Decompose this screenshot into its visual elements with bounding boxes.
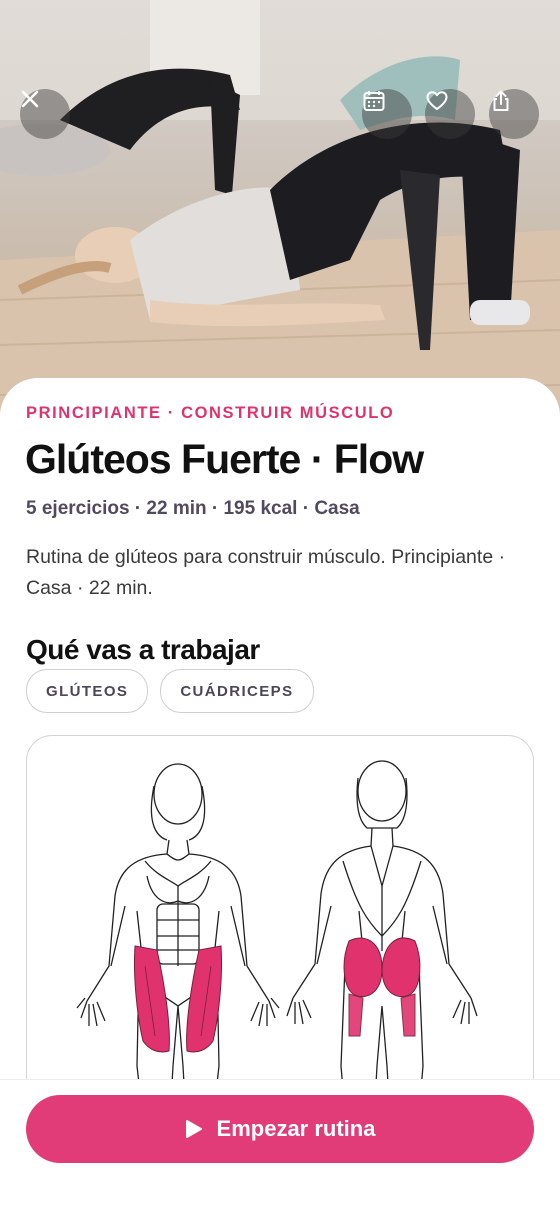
hero-image <box>0 0 560 430</box>
workout-photo <box>0 0 560 430</box>
calendar-icon <box>363 91 385 111</box>
play-icon <box>185 1120 202 1138</box>
workout-meta: 5 ejercicios · 22 min · 195 kcal · Casa <box>26 498 360 519</box>
glutes-right <box>381 937 421 998</box>
hamstrings-left <box>348 993 364 1037</box>
close-button[interactable] <box>20 89 70 139</box>
share-button[interactable] <box>489 89 539 139</box>
workout-title: Glúteos Fuerte · Flow <box>25 436 424 482</box>
start-routine-button[interactable]: Empezar rutina <box>26 1095 534 1163</box>
muscle-map <box>76 760 478 1136</box>
start-routine-label: Empezar rutina <box>216 1116 376 1141</box>
hamstrings-right <box>400 993 416 1037</box>
close-icon <box>21 90 39 108</box>
schedule-button[interactable] <box>362 89 412 139</box>
glutes-left <box>343 937 383 998</box>
workout-description: Rutina de glúteos para construir músculo… <box>26 546 506 599</box>
muscles-heading: Qué vas a trabajar <box>26 634 260 665</box>
share-icon <box>493 90 509 111</box>
muscle-map-card <box>26 735 534 1137</box>
quadriceps-left <box>133 945 170 1053</box>
muscle-chips: GLÚTEOS CUÁDRICEPS <box>26 669 314 713</box>
muscle-chip-gluteos[interactable]: GLÚTEOS <box>26 669 149 713</box>
muscle-chip-cuadriceps[interactable]: CUÁDRICEPS <box>160 669 314 713</box>
quadriceps-right <box>186 945 223 1053</box>
level-goal-label: PRINCIPIANTE · CONSTRUIR MÚSCULO <box>26 404 395 422</box>
heart-icon <box>426 91 448 110</box>
favorite-button[interactable] <box>425 89 475 139</box>
